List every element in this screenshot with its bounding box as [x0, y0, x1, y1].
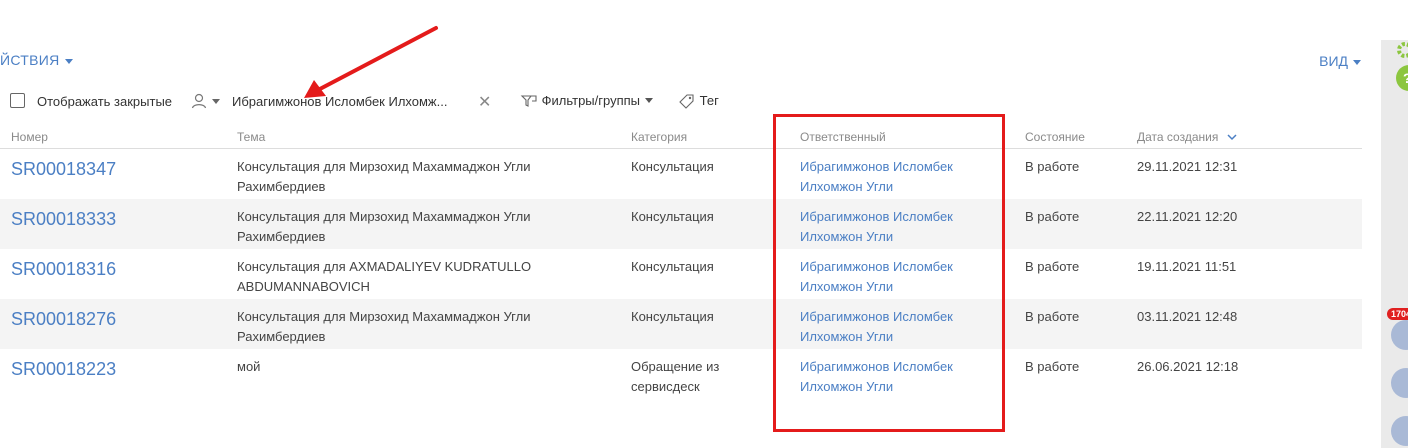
user-icon [191, 93, 207, 109]
request-number[interactable]: SR00018333 [11, 207, 116, 231]
request-number[interactable]: SR00018347 [11, 157, 116, 181]
request-category: Обращение из сервисдеск [631, 357, 751, 397]
request-state: В работе [1025, 209, 1080, 224]
actions-label: ЙСТВИЯ [0, 52, 60, 68]
annotation-box [773, 114, 1005, 432]
category-line: Обращение из [631, 359, 720, 374]
chevron-down-icon [645, 98, 654, 104]
request-number[interactable]: SR00018223 [11, 357, 116, 381]
view-menu[interactable]: ВИД [1319, 53, 1361, 69]
request-date: 29.11.2021 12:31 [1137, 159, 1238, 174]
created-label: Дата создания [1137, 130, 1219, 144]
filters-groups-button[interactable]: Фильтры/группы [520, 92, 654, 109]
column-header-category[interactable]: Категория [631, 130, 687, 144]
actions-menu[interactable]: ЙСТВИЯ [0, 52, 73, 68]
topic-line: Консультация для AXMADALIYEV KUDRATULLO [237, 259, 532, 274]
column-header-created[interactable]: Дата создания [1137, 130, 1237, 144]
requests-table: Номер Тема Категория Ответственный Состо… [0, 128, 1362, 399]
column-header-number[interactable]: Номер [11, 130, 48, 144]
request-date: 26.06.2021 12:18 [1137, 359, 1239, 374]
table-row[interactable]: SR00018333 Консультация для Мирзохид Мах… [0, 199, 1362, 249]
request-category: Консультация [631, 259, 714, 274]
request-topic: мой [237, 359, 261, 374]
request-topic: Консультация для Мирзохид Махаммаджон Уг… [237, 157, 577, 197]
category-line: сервисдеск [631, 379, 700, 394]
show-closed-checkbox[interactable] [10, 93, 25, 108]
user-avatar-icon[interactable] [1391, 320, 1408, 350]
topic-line: Рахимбердиев [237, 329, 326, 344]
request-date: 22.11.2021 12:20 [1137, 209, 1238, 224]
request-category: Консультация [631, 209, 714, 224]
request-date: 19.11.2021 11:51 [1137, 259, 1237, 274]
table-row[interactable]: SR00018223 мой Обращение из сервисдеск Иб… [0, 349, 1362, 399]
show-closed-label[interactable]: Отображать закрытые [37, 94, 172, 109]
filters-groups-label: Фильтры/группы [541, 93, 641, 109]
request-number[interactable]: SR00018316 [11, 257, 116, 281]
column-header-state[interactable]: Состояние [1025, 130, 1085, 144]
topic-line: Рахимбердиев [237, 179, 326, 194]
request-topic: Консультация для Мирзохид Махаммаджон Уг… [237, 207, 577, 247]
topic-line: ABDUMANNABOVICH [237, 279, 370, 294]
request-state: В работе [1025, 359, 1080, 374]
request-topic: Консультация для Мирзохид Махаммаджон Уг… [237, 307, 577, 347]
topic-line: Консультация для Мирзохид Махаммаджон Уг… [237, 209, 531, 224]
tag-icon [679, 94, 694, 109]
request-state: В работе [1025, 309, 1080, 324]
chevron-down-icon [212, 99, 220, 104]
chat-icon[interactable] [1391, 416, 1408, 446]
sort-down-icon[interactable] [1227, 133, 1237, 141]
annotation-arrow [304, 26, 438, 98]
table-row[interactable]: SR00018316 Консультация для AXMADALIYEV … [0, 249, 1362, 299]
column-header-topic[interactable]: Тема [237, 130, 265, 144]
request-topic: Консультация для AXMADALIYEV KUDRATULLO A… [237, 257, 577, 297]
topic-line: Консультация для Мирзохид Махаммаджон Уг… [237, 159, 531, 174]
chevron-down-icon [64, 58, 73, 64]
request-state: В работе [1025, 259, 1080, 274]
filter-icon [520, 95, 537, 107]
notification-badge: 1704 [1387, 308, 1408, 320]
request-number[interactable]: SR00018276 [11, 307, 116, 331]
close-icon[interactable]: ✕ [478, 92, 491, 112]
request-state: В работе [1025, 159, 1080, 174]
tag-button[interactable]: Тег [678, 92, 719, 109]
request-category: Консультация [631, 159, 714, 174]
topic-line: Консультация для Мирзохид Махаммаджон Уг… [237, 309, 531, 324]
table-row[interactable]: SR00018347 Консультация для Мирзохид Мах… [0, 149, 1362, 199]
topic-line: Рахимбердиев [237, 229, 326, 244]
table-row[interactable]: SR00018276 Консультация для Мирзохид Мах… [0, 299, 1362, 349]
user-filter-dropdown[interactable] [190, 92, 220, 113]
chevron-down-icon [1353, 59, 1361, 65]
right-sidebar: ? 1704 [1381, 40, 1408, 448]
request-date: 03.11.2021 12:48 [1137, 309, 1238, 324]
request-category: Консультация [631, 309, 714, 324]
help-icon[interactable]: ? [1395, 64, 1408, 92]
svg-text:?: ? [1403, 70, 1408, 86]
table-header: Номер Тема Категория Ответственный Состо… [0, 128, 1362, 149]
tag-label: Тег [699, 93, 719, 109]
mail-icon[interactable] [1391, 368, 1408, 398]
view-label: ВИД [1319, 53, 1348, 69]
settings-icon[interactable] [1395, 40, 1408, 62]
